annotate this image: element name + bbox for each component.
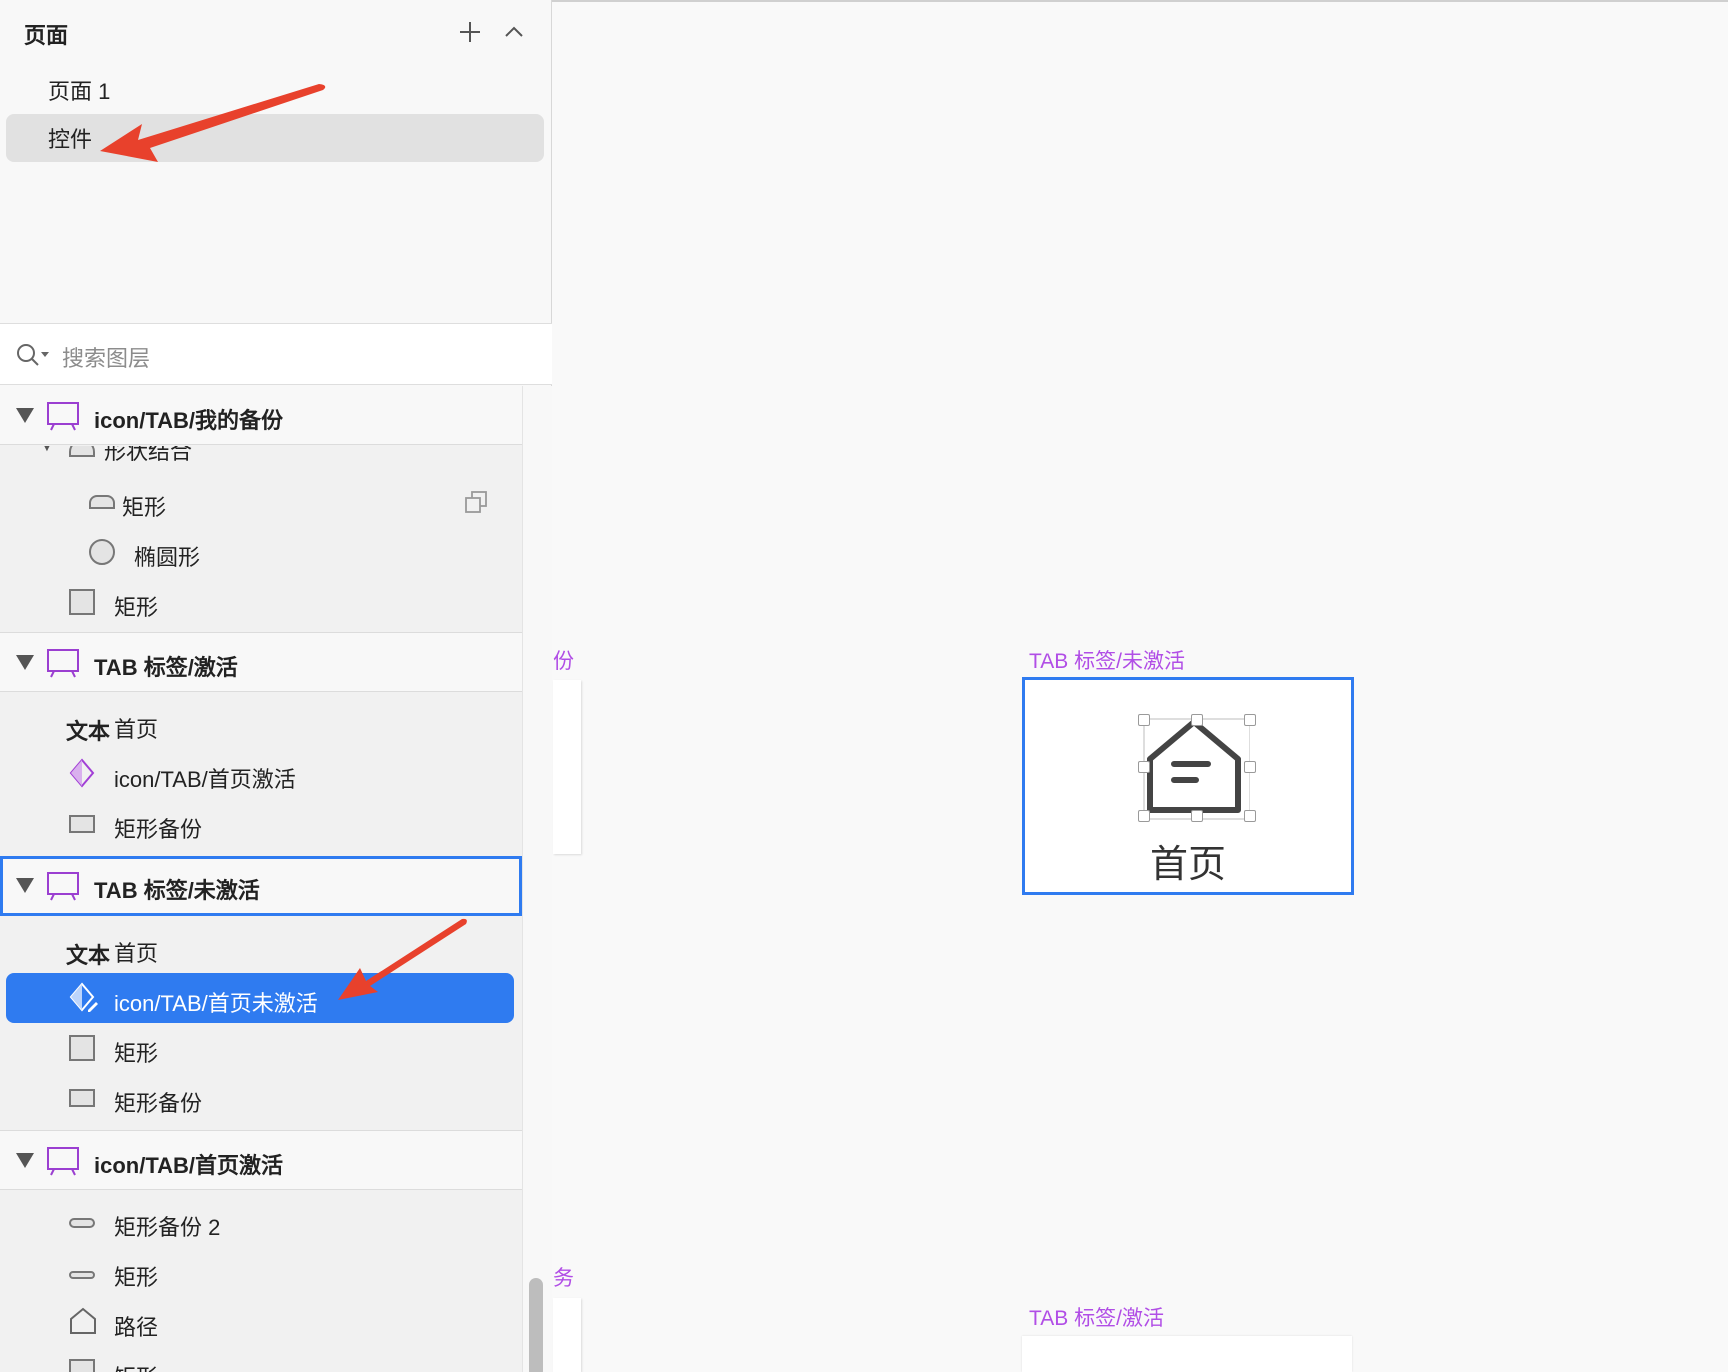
layer-group-tab-active[interactable]: TAB 标签/激活 <box>0 632 522 692</box>
disclosure-triangle-icon[interactable] <box>16 878 34 893</box>
layer-rect[interactable]: 矩形 <box>6 578 514 626</box>
resize-handle[interactable] <box>1138 761 1150 773</box>
layer-list: icon/TAB/我的备份 ▼ 形状结合 矩形 椭圆形 矩形 TAB 标签/激活… <box>0 386 522 1372</box>
artboard-title-partial[interactable]: 务 <box>553 1262 574 1292</box>
layer-label: icon/TAB/首页激活 <box>114 767 296 792</box>
layer-label: 路径 <box>114 1315 159 1340</box>
layer-rect[interactable]: 矩形 <box>6 1348 514 1372</box>
text-layer-icon: 文本 <box>66 719 111 744</box>
layer-group-label: icon/TAB/首页激活 <box>94 1153 284 1178</box>
artboard-title-partial[interactable]: 份 <box>553 645 574 675</box>
plus-icon[interactable] <box>454 14 486 50</box>
disclosure-triangle-icon[interactable] <box>16 408 34 423</box>
path-icon <box>68 1306 98 1341</box>
layer-label: 首页 <box>114 941 159 966</box>
symbol-icon <box>68 982 100 1019</box>
layer-label: 矩形 <box>114 1265 159 1290</box>
ellipse-icon <box>88 538 116 571</box>
layer-text-home[interactable]: 文本 首页 <box>6 700 514 748</box>
home-icon[interactable] <box>1138 714 1256 825</box>
layer-label: 矩形备份 2 <box>114 1215 221 1240</box>
layer-symbol-home-inactive[interactable]: icon/TAB/首页未激活 <box>6 973 514 1023</box>
artboard-icon <box>46 401 80 436</box>
layer-label: 椭圆形 <box>134 545 201 570</box>
rounded-rect-icon <box>88 494 116 515</box>
layer-rect-backup[interactable]: 矩形备份 <box>6 800 514 848</box>
resize-handle[interactable] <box>1191 714 1203 726</box>
chevron-up-icon[interactable] <box>498 14 530 50</box>
resize-handle[interactable] <box>1191 810 1203 822</box>
search-icon[interactable] <box>16 343 50 372</box>
layer-group-label: TAB 标签/未激活 <box>94 878 260 903</box>
layer-label: 矩形 <box>114 1360 158 1372</box>
layer-label: 形状结合 <box>104 446 193 464</box>
layer-label: 矩形备份 <box>114 817 203 842</box>
layer-label: icon/TAB/首页未激活 <box>114 991 318 1016</box>
layer-label: 矩形 <box>114 595 159 620</box>
search-input[interactable]: 搜索图层 <box>62 341 150 373</box>
layer-group-tab-backup[interactable]: icon/TAB/我的备份 <box>0 386 522 445</box>
disclosure-triangle-icon[interactable]: ▼ <box>40 446 54 454</box>
artboard-tab-inactive[interactable]: 首页 <box>1022 677 1354 895</box>
resize-handle[interactable] <box>1244 810 1256 822</box>
artboard-title-tab-inactive[interactable]: TAB 标签/未激活 <box>1029 645 1185 675</box>
rectangle-icon <box>68 1358 96 1372</box>
pill-icon <box>68 1267 96 1285</box>
artboard-title-tab-active[interactable]: TAB 标签/激活 <box>1029 1302 1164 1332</box>
layer-text-home[interactable]: 文本 首页 <box>6 924 514 972</box>
layer-rect[interactable]: 矩形 <box>6 1248 514 1296</box>
page-item-page-1[interactable]: 页面 1 <box>6 66 544 114</box>
text-layer-icon: 文本 <box>66 943 111 968</box>
layer-label: 矩形 <box>122 495 167 520</box>
layer-search[interactable]: 搜索图层 <box>0 323 552 385</box>
layer-rect[interactable]: 矩形 <box>6 478 514 526</box>
page-item-label: 页面 1 <box>48 79 111 104</box>
artboard-tab-active[interactable] <box>1022 1336 1352 1372</box>
rectangle-icon <box>68 814 96 839</box>
layer-symbol-home-active[interactable]: icon/TAB/首页激活 <box>6 750 514 798</box>
page-item-controls[interactable]: 控件 <box>6 114 544 162</box>
artboard-icon <box>46 1146 80 1181</box>
layer-shape-combo[interactable]: ▼ 形状结合 <box>6 446 514 468</box>
resize-handle[interactable] <box>1138 810 1150 822</box>
layer-label: 首页 <box>114 717 159 742</box>
layer-rect[interactable]: 矩形 <box>6 1024 514 1072</box>
layer-rect-backup[interactable]: 矩形备份 <box>6 1074 514 1122</box>
artboard-icon <box>46 871 80 906</box>
symbol-icon <box>68 758 96 793</box>
layer-rect-backup-2[interactable]: 矩形备份 2 <box>6 1198 514 1246</box>
layer-ellipse[interactable]: 椭圆形 <box>6 528 514 576</box>
artboard-partial[interactable] <box>553 680 581 854</box>
artboard-partial[interactable] <box>553 1298 581 1372</box>
rectangle-icon <box>68 1088 96 1113</box>
resize-handle[interactable] <box>1244 761 1256 773</box>
artboard-icon <box>46 648 80 683</box>
resize-handle[interactable] <box>1244 714 1256 726</box>
page-item-label: 控件 <box>48 127 93 152</box>
layer-group-label: TAB 标签/激活 <box>94 655 238 680</box>
mask-icon <box>464 490 488 519</box>
disclosure-triangle-icon[interactable] <box>16 1153 34 1168</box>
layer-path[interactable]: 路径 <box>6 1298 514 1346</box>
disclosure-triangle-icon[interactable] <box>16 655 34 670</box>
layer-group-home-active[interactable]: icon/TAB/首页激活 <box>0 1130 522 1190</box>
layer-label: 矩形 <box>114 1041 159 1066</box>
pill-icon <box>68 1216 96 1234</box>
layer-label: 矩形备份 <box>114 1091 203 1116</box>
rectangle-icon <box>68 1034 96 1067</box>
layer-scrollbar-thumb[interactable] <box>529 1278 543 1372</box>
pages-title: 页面 <box>24 23 69 48</box>
layer-scrollbar-track[interactable] <box>522 386 552 1372</box>
layer-group-label: icon/TAB/我的备份 <box>94 408 284 433</box>
layer-group-tab-inactive[interactable]: TAB 标签/未激活 <box>0 856 522 916</box>
rectangle-icon <box>68 588 96 621</box>
resize-handle[interactable] <box>1138 714 1150 726</box>
shape-combo-icon <box>68 446 96 463</box>
tab-label-home[interactable]: 首页 <box>1025 833 1351 888</box>
